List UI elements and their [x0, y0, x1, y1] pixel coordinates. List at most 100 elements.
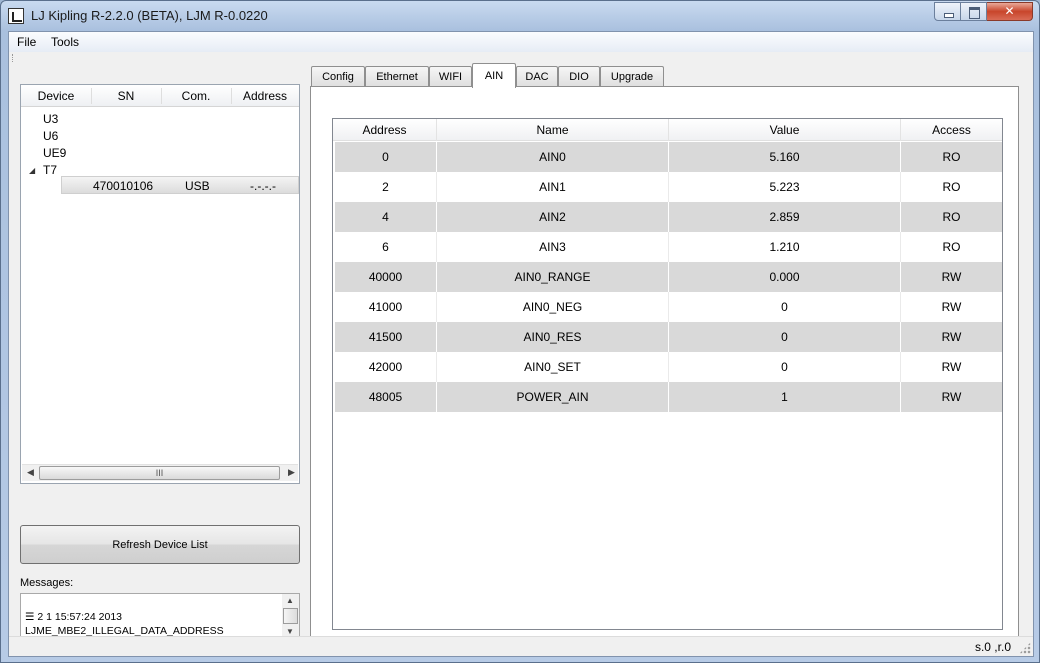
- cell-name: AIN1: [437, 172, 669, 202]
- column-access[interactable]: Access: [901, 119, 1002, 141]
- cell-address: 41500: [335, 322, 437, 352]
- scroll-thumb[interactable]: III: [39, 466, 280, 480]
- tree-item-t7[interactable]: T7: [43, 163, 57, 177]
- scroll-left-icon[interactable]: ◀: [27, 467, 34, 478]
- table-row[interactable]: 6 AIN3 1.210 RO: [335, 232, 1002, 262]
- cell-access: RO: [942, 210, 961, 224]
- cell-value: 2.859: [669, 202, 901, 232]
- cell-address: 4: [335, 202, 437, 232]
- refresh-device-list-button[interactable]: Refresh Device List: [20, 525, 300, 564]
- column-sn[interactable]: SN: [91, 89, 161, 103]
- cell-value: 0.000: [669, 262, 901, 292]
- cell-value: 0: [669, 352, 901, 382]
- tab-ethernet[interactable]: Ethernet: [365, 66, 429, 87]
- cell-value: 5.160: [669, 142, 901, 172]
- maximize-button[interactable]: [961, 2, 987, 21]
- cell-address: 48005: [335, 382, 437, 412]
- cell-address: 42000: [335, 352, 437, 382]
- column-value[interactable]: Value: [669, 119, 901, 141]
- cell-access: RO: [942, 180, 961, 194]
- status-bar: s.0 ,r.0: [9, 636, 1033, 656]
- window-title: LJ Kipling R-2.2.0 (BETA), LJM R-0.0220: [31, 8, 268, 23]
- device-address: -.-.-.-: [250, 179, 276, 193]
- app-window: LJ Kipling R-2.2.0 (BETA), LJM R-0.0220 …: [0, 0, 1040, 663]
- cell-name: POWER_AIN: [437, 382, 669, 412]
- column-name[interactable]: Name: [437, 119, 669, 141]
- register-table-header: Address Name Value Access: [333, 119, 1002, 141]
- tab-wifi[interactable]: WIFI: [429, 66, 472, 87]
- messages-label: Messages:: [20, 577, 74, 589]
- cell-access: RW: [941, 390, 962, 404]
- cell-name: AIN0_RES: [437, 322, 669, 352]
- tab-upgrade[interactable]: Upgrade: [600, 66, 664, 87]
- resize-grip-icon[interactable]: [1019, 642, 1031, 654]
- cell-access: RW: [941, 270, 962, 284]
- scroll-up-icon[interactable]: ▲: [286, 596, 294, 605]
- close-button[interactable]: [987, 2, 1033, 21]
- tab-ain[interactable]: AIN: [472, 63, 516, 88]
- scroll-down-icon[interactable]: ▼: [286, 627, 294, 636]
- cell-address: 40000: [335, 262, 437, 292]
- tree-item-t7-usb[interactable]: 470010106 USB -.-.-.-: [61, 176, 299, 194]
- minimize-button[interactable]: [934, 2, 961, 21]
- scroll-right-icon[interactable]: ▶: [288, 467, 295, 478]
- cell-address: 6: [335, 232, 437, 262]
- tab-dio[interactable]: DIO: [558, 66, 600, 87]
- cell-access: RO: [942, 240, 961, 254]
- cell-value: 5.223: [669, 172, 901, 202]
- column-address[interactable]: Address: [231, 89, 299, 103]
- cell-address: 0: [335, 142, 437, 172]
- cell-value: 1: [669, 382, 901, 412]
- cell-access: RW: [941, 330, 962, 344]
- table-row[interactable]: 48005 POWER_AIN 1 RW: [335, 382, 1002, 412]
- device-com: USB: [185, 179, 210, 193]
- table-row[interactable]: 40000 AIN0_RANGE 0.000 RW: [335, 262, 1002, 292]
- tab-config[interactable]: Config: [311, 66, 365, 87]
- column-com[interactable]: Com.: [161, 89, 231, 103]
- cell-name: AIN2: [437, 202, 669, 232]
- cell-access: RW: [941, 300, 962, 314]
- cell-name: AIN0_NEG: [437, 292, 669, 322]
- expand-caret-icon[interactable]: ◢: [29, 166, 35, 175]
- cell-value: 1.210: [669, 232, 901, 262]
- tree-header: Device SN Com. Address: [21, 85, 299, 107]
- cell-address: 2: [335, 172, 437, 202]
- cell-name: AIN0_SET: [437, 352, 669, 382]
- cell-value: 0: [669, 292, 901, 322]
- toolbar-grip: [12, 54, 15, 62]
- menu-bar: File Tools: [9, 32, 1033, 52]
- client-area: File Tools Device SN Com. Address U3 U6 …: [8, 31, 1034, 657]
- window-controls: [934, 2, 1033, 21]
- tree-item-u6[interactable]: U6: [43, 129, 58, 143]
- menu-tools[interactable]: Tools: [51, 35, 79, 49]
- table-row[interactable]: 0 AIN0 5.160 RO: [335, 142, 1002, 172]
- register-table[interactable]: Address Name Value Access 0 AIN0 5.160 R…: [332, 118, 1003, 630]
- tree-item-u3[interactable]: U3: [43, 112, 58, 126]
- table-row[interactable]: 41500 AIN0_RES 0 RW: [335, 322, 1002, 352]
- table-row[interactable]: 4 AIN2 2.859 RO: [335, 202, 1002, 232]
- scroll-thumb[interactable]: [283, 608, 298, 624]
- ain-tab-panel: Address Name Value Access 0 AIN0 5.160 R…: [310, 86, 1019, 637]
- device-sn: 470010106: [93, 179, 154, 193]
- table-row[interactable]: 2 AIN1 5.223 RO: [335, 172, 1002, 202]
- cell-name: AIN0_RANGE: [437, 262, 669, 292]
- messages-scrollbar[interactable]: ▲ ▼: [282, 594, 299, 637]
- title-bar[interactable]: LJ Kipling R-2.2.0 (BETA), LJM R-0.0220: [1, 1, 1039, 31]
- cell-name: AIN3: [437, 232, 669, 262]
- tab-dac[interactable]: DAC: [516, 66, 558, 87]
- cell-access: RO: [942, 150, 961, 164]
- menu-file[interactable]: File: [17, 35, 36, 49]
- cell-access: RW: [941, 360, 962, 374]
- log-entry-icon: ☰: [25, 611, 35, 623]
- status-text: s.0 ,r.0: [974, 640, 1011, 654]
- app-logo-icon: [8, 8, 24, 24]
- column-device[interactable]: Device: [21, 89, 91, 103]
- tree-horizontal-scrollbar[interactable]: ◀ III ▶: [22, 464, 298, 481]
- tree-item-ue9[interactable]: UE9: [43, 146, 66, 160]
- messages-log[interactable]: ☰ 2 1 15:57:24 2013 LJME_MBE2_ILLEGAL_DA…: [20, 593, 300, 638]
- table-row[interactable]: 42000 AIN0_SET 0 RW: [335, 352, 1002, 382]
- table-row[interactable]: 41000 AIN0_NEG 0 RW: [335, 292, 1002, 322]
- cell-value: 0: [669, 322, 901, 352]
- device-tree[interactable]: Device SN Com. Address U3 U6 UE9 ◢ T7 47…: [20, 84, 300, 484]
- column-address[interactable]: Address: [333, 119, 437, 141]
